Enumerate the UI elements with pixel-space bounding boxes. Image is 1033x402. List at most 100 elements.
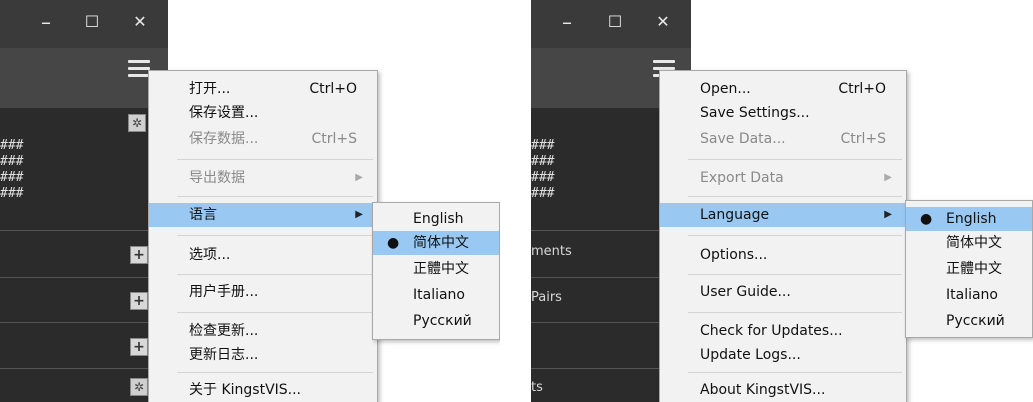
menu-item-save-data[interactable]: Save Data... Ctrl+S [660,127,906,151]
menu-item-label: Language [700,207,770,223]
language-option-russian[interactable]: Русский [373,309,499,333]
menu-item-options[interactable]: Options... [660,243,906,267]
menu-item-label: 保存设置... [189,105,259,121]
menu-item-save-settings[interactable]: 保存设置... [149,101,377,125]
menu-item-user-guide[interactable]: 用户手册... [149,280,377,304]
menu-item-update-logs[interactable]: Update Logs... [660,343,906,367]
divider [0,230,168,231]
app-window-left: – ☐ ✕ ✲ ### ### ### ### + + + ✲ [0,0,168,402]
menu-item-update-logs[interactable]: 更新日志... [149,343,377,367]
language-option-simplified-chinese[interactable]: ● 简体中文 [373,231,499,255]
gear-icon[interactable]: ✲ [128,114,146,132]
language-option-italiano[interactable]: Italiano [906,283,1032,307]
menu-item-check-updates[interactable]: Check for Updates... [660,319,906,343]
maximize-button[interactable]: ☐ [80,10,104,34]
divider [0,322,168,323]
hash-row: ### [0,170,24,185]
menu-item-label: 导出数据 [189,170,245,186]
divider [0,277,168,278]
menu-separator [177,372,373,373]
menu-item-options[interactable]: 选项... [149,243,377,267]
menu-separator [688,274,902,275]
menu-item-label: Options... [700,247,768,263]
language-label: English [413,211,464,227]
ts-label: ts [531,380,543,395]
right-panel: – ☐ ✕ ### ### ### ### ments Pairs ts Ope… [531,0,1033,402]
language-option-english[interactable]: English [373,207,499,231]
menu-item-label: 保存数据... [189,131,259,147]
hamburger-menu-icon[interactable] [128,60,150,77]
menu-separator [177,312,373,313]
menu-separator [688,235,902,236]
language-label: Русский [946,313,1005,329]
language-submenu: English ● 简体中文 正體中文 Italiano Русский [372,202,500,340]
language-label: 正體中文 [413,261,469,277]
menu-item-language[interactable]: Language ▶ [660,203,906,227]
language-option-traditional-chinese[interactable]: 正體中文 [373,257,499,281]
menu-item-label: 更新日志... [189,347,259,363]
maximize-button[interactable]: ☐ [603,10,627,34]
language-option-italiano[interactable]: Italiano [373,283,499,307]
submenu-arrow-icon: ▶ [355,209,363,220]
language-label: Italiano [413,287,465,303]
menu-item-language[interactable]: 语言 ▶ [149,203,377,227]
menu-item-export-data[interactable]: 导出数据 ▶ [149,166,377,190]
submenu-arrow-icon: ▶ [355,172,363,183]
language-label: 正體中文 [946,261,1002,277]
shortcut-label: Ctrl+O [309,81,357,97]
close-button[interactable]: ✕ [651,10,675,34]
menu-item-user-guide[interactable]: User Guide... [660,280,906,304]
hash-row: ### [531,186,555,201]
menu-item-label: Check for Updates... [700,323,843,339]
menu-item-save-settings[interactable]: Save Settings... [660,101,906,125]
close-button[interactable]: ✕ [128,10,152,34]
hash-row: ### [0,138,24,153]
menu-item-label: Open... [700,81,751,97]
divider [0,368,168,369]
language-option-simplified-chinese[interactable]: 简体中文 [906,231,1032,255]
left-panel: – ☐ ✕ ✲ ### ### ### ### + + + ✲ 打开... Ct… [0,0,500,402]
language-label: 简体中文 [413,235,469,251]
selected-bullet-icon: ● [920,211,933,227]
menu-item-label: About KingstVIS... [700,382,826,398]
menu-item-about[interactable]: 关于 KingstVIS... [149,378,377,402]
menu-item-label: Save Settings... [700,105,810,121]
minimize-button[interactable]: – [555,10,579,34]
language-submenu: ● English 简体中文 正體中文 Italiano Русский [905,200,1033,338]
main-menu: Open... Ctrl+O Save Settings... Save Dat… [659,70,907,402]
add-button[interactable]: + [130,292,148,310]
language-option-english[interactable]: ● English [906,207,1032,231]
menu-item-open[interactable]: 打开... Ctrl+O [149,77,377,101]
menu-item-save-data[interactable]: 保存数据... Ctrl+S [149,127,377,151]
menu-item-check-updates[interactable]: 检查更新... [149,319,377,343]
language-option-russian[interactable]: Русский [906,309,1032,333]
menu-item-label: 用户手册... [189,284,259,300]
menu-item-label: 选项... [189,247,231,263]
menu-item-open[interactable]: Open... Ctrl+O [660,77,906,101]
language-label: Русский [413,313,472,329]
title-bar: – ☐ ✕ [531,0,691,48]
language-label: English [946,211,997,227]
menu-separator [177,235,373,236]
selected-bullet-icon: ● [387,235,400,251]
menu-item-label: Save Data... [700,131,786,147]
toolbar [0,48,168,108]
menu-item-label: User Guide... [700,284,791,300]
minimize-button[interactable]: – [34,10,58,34]
menu-separator [688,196,902,197]
language-option-traditional-chinese[interactable]: 正體中文 [906,257,1032,281]
menu-item-export-data[interactable]: Export Data ▶ [660,166,906,190]
shortcut-label: Ctrl+S [840,131,886,147]
menu-item-about[interactable]: About KingstVIS... [660,378,906,402]
add-button[interactable]: + [130,246,148,264]
hash-row: ### [531,138,555,153]
shortcut-label: Ctrl+O [838,81,886,97]
gear-icon[interactable]: ✲ [130,378,148,396]
menu-item-label: 关于 KingstVIS... [189,382,302,398]
hash-row: ### [531,154,555,169]
menu-separator [688,312,902,313]
menu-item-label: Export Data [700,170,784,186]
add-button[interactable]: + [130,338,148,356]
submenu-arrow-icon: ▶ [884,172,892,183]
menu-separator [177,159,373,160]
